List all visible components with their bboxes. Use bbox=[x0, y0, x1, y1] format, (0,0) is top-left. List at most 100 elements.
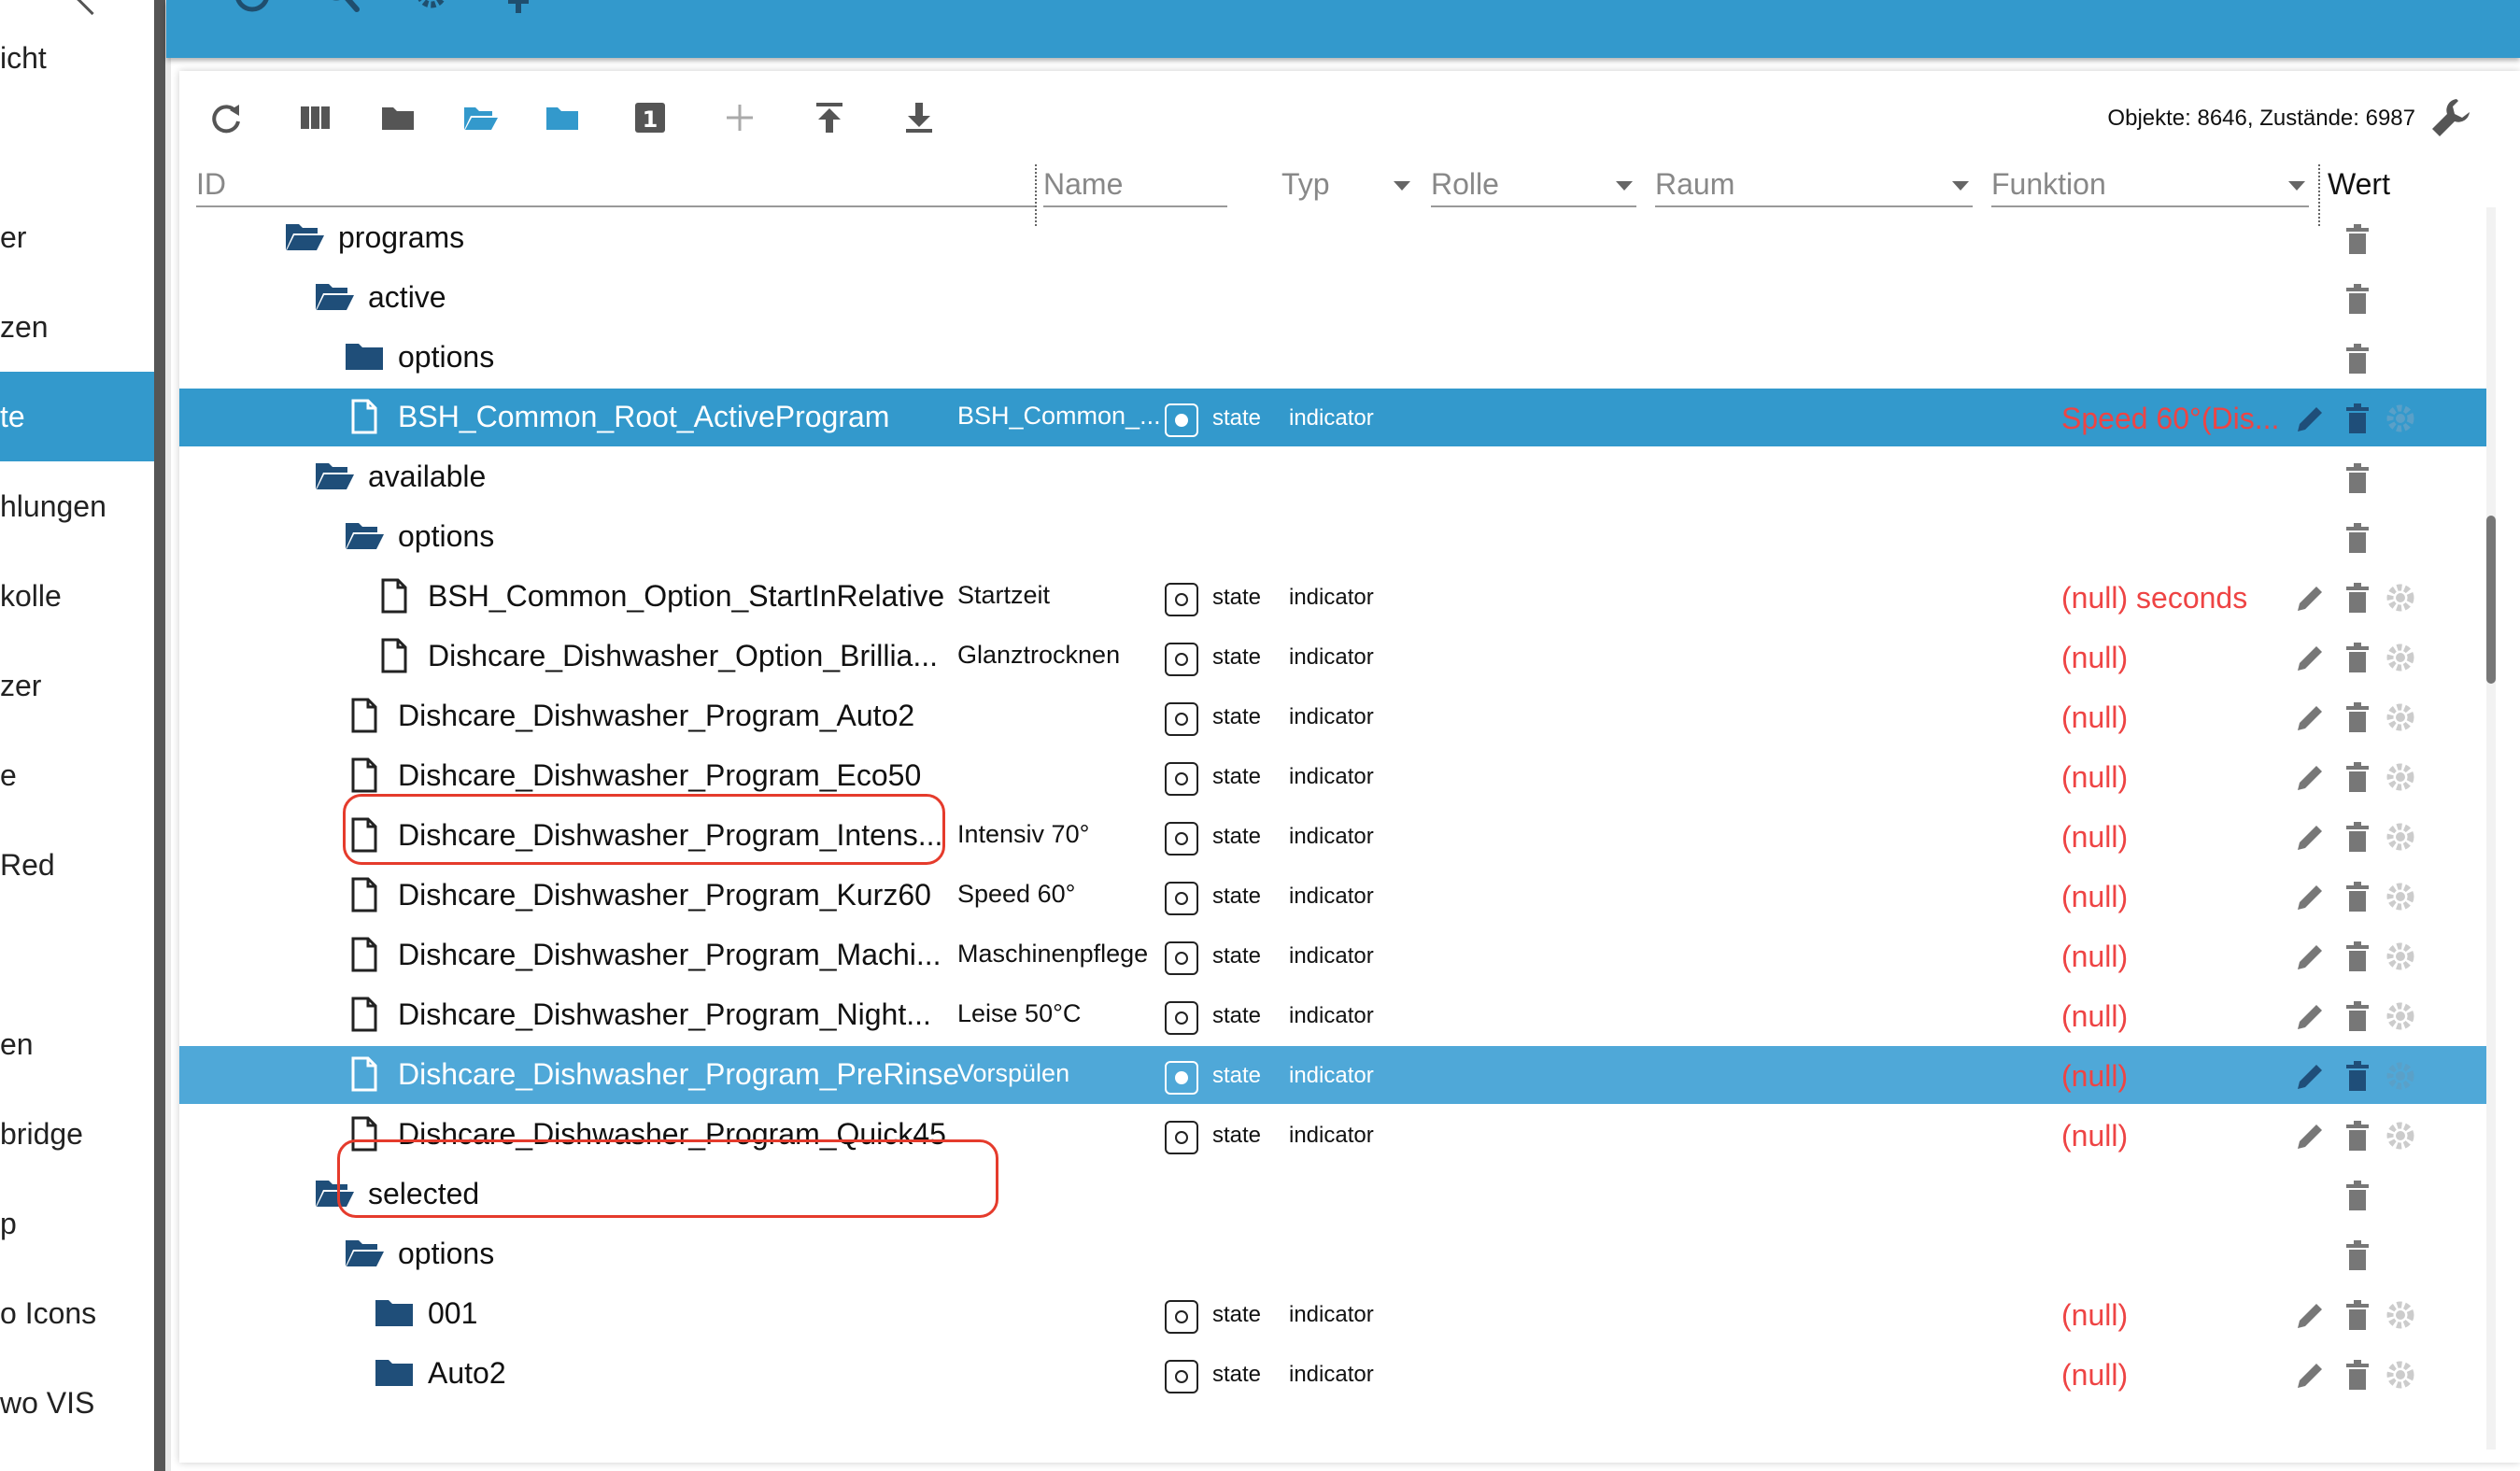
delete-icon[interactable] bbox=[2341, 760, 2374, 794]
gear-icon[interactable] bbox=[2384, 1119, 2417, 1153]
object-id[interactable]: programs bbox=[338, 220, 464, 255]
delete-icon[interactable] bbox=[2341, 999, 2374, 1033]
delete-icon[interactable] bbox=[2341, 1238, 2374, 1272]
edit-icon[interactable] bbox=[2294, 1119, 2328, 1153]
object-id[interactable]: Auto2 bbox=[428, 1356, 506, 1391]
delete-icon[interactable] bbox=[2341, 1059, 2374, 1093]
delete-icon[interactable] bbox=[2341, 581, 2374, 615]
edit-icon[interactable] bbox=[2294, 1358, 2328, 1392]
tree-row[interactable]: options bbox=[179, 1225, 2486, 1283]
upload-icon[interactable] bbox=[809, 97, 850, 138]
search-icon[interactable] bbox=[323, 0, 361, 15]
delete-icon[interactable] bbox=[2341, 641, 2374, 674]
tree-row[interactable]: Dishcare_Dishwasher_Program_Machi... Masc… bbox=[179, 926, 2486, 984]
delete-icon[interactable] bbox=[2341, 880, 2374, 913]
delete-icon[interactable] bbox=[2341, 282, 2374, 316]
scrollbar-thumb[interactable] bbox=[2486, 516, 2496, 684]
edit-icon[interactable] bbox=[2294, 700, 2328, 734]
sidebar-item[interactable]: p bbox=[0, 1179, 156, 1268]
gear-icon[interactable] bbox=[2384, 940, 2417, 973]
refresh-icon[interactable] bbox=[205, 97, 247, 138]
delete-icon[interactable] bbox=[2341, 1179, 2374, 1212]
sidebar-item[interactable]: zen bbox=[0, 282, 156, 372]
folder-open-icon[interactable] bbox=[344, 1235, 385, 1272]
delete-icon[interactable] bbox=[2341, 1298, 2374, 1332]
object-id[interactable]: Dishcare_Dishwasher_Program_Auto2 bbox=[398, 699, 914, 733]
folder-open-icon[interactable] bbox=[314, 458, 355, 495]
file-icon[interactable] bbox=[344, 697, 385, 734]
object-id[interactable]: available bbox=[368, 460, 486, 494]
object-id[interactable]: options bbox=[398, 1237, 494, 1271]
settings-icon[interactable] bbox=[413, 0, 450, 15]
tree-row[interactable]: Dishcare_Dishwasher_Option_Brillia... Gla… bbox=[179, 628, 2486, 686]
folder-icon[interactable] bbox=[374, 1294, 415, 1332]
download-icon[interactable] bbox=[899, 97, 940, 138]
edit-icon[interactable] bbox=[2294, 940, 2328, 973]
folder-icon[interactable] bbox=[377, 97, 418, 138]
edit-icon[interactable] bbox=[2294, 760, 2328, 794]
tree-row[interactable]: BSH_Common_Root_ActiveProgram BSH_Common_… bbox=[179, 389, 2486, 446]
file-icon[interactable] bbox=[374, 637, 415, 674]
file-icon[interactable] bbox=[344, 936, 385, 973]
object-value[interactable]: (null) bbox=[2061, 999, 2128, 1034]
tree-row[interactable]: Dishcare_Dishwasher_Program_PreRinse Vors… bbox=[179, 1046, 2486, 1104]
object-id[interactable]: 001 bbox=[428, 1296, 477, 1331]
gear-icon[interactable] bbox=[2384, 581, 2417, 615]
folder-filled-icon[interactable] bbox=[542, 97, 583, 138]
object-value[interactable]: (null) bbox=[2061, 880, 2128, 914]
folder-open-icon[interactable] bbox=[284, 219, 325, 256]
delete-icon[interactable] bbox=[2341, 461, 2374, 495]
gear-icon[interactable] bbox=[2384, 1298, 2417, 1332]
delete-icon[interactable] bbox=[2341, 1358, 2374, 1392]
sidebar-item[interactable]: o Icons bbox=[0, 1268, 156, 1358]
edit-icon[interactable] bbox=[2294, 820, 2328, 854]
delete-icon[interactable] bbox=[2341, 402, 2374, 435]
gear-icon[interactable] bbox=[2384, 880, 2417, 913]
edit-icon[interactable] bbox=[2294, 581, 2328, 615]
tree-scrollbar[interactable] bbox=[2486, 207, 2496, 1450]
sidebar-item[interactable]: bridge bbox=[0, 1089, 156, 1179]
eye-icon[interactable] bbox=[234, 0, 271, 15]
folder-icon[interactable] bbox=[344, 338, 385, 375]
gear-icon[interactable] bbox=[2384, 820, 2417, 854]
tree-row[interactable]: Auto2 state indicator (null) bbox=[179, 1345, 2486, 1403]
column-name[interactable]: Name bbox=[1043, 164, 1227, 207]
folder-open-icon[interactable] bbox=[344, 517, 385, 555]
sidebar-item[interactable]: kolle bbox=[0, 551, 156, 641]
file-icon[interactable] bbox=[344, 876, 385, 913]
object-id[interactable]: Dishcare_Dishwasher_Program_PreRinse bbox=[398, 1057, 959, 1092]
tree-row[interactable]: available bbox=[179, 448, 2486, 506]
columns-icon[interactable] bbox=[295, 97, 336, 138]
column-wert[interactable]: Wert bbox=[2328, 164, 2440, 207]
gear-icon[interactable] bbox=[2384, 1358, 2417, 1392]
folder-open-icon[interactable] bbox=[460, 97, 501, 138]
object-value[interactable]: (null) bbox=[2061, 641, 2128, 675]
tree-row[interactable]: options bbox=[179, 508, 2486, 566]
sidebar-item[interactable]: Red bbox=[0, 820, 156, 910]
tree-row[interactable]: Dishcare_Dishwasher_Program_Auto2 state in… bbox=[179, 687, 2486, 745]
object-value[interactable]: Speed 60°(Dis... bbox=[2061, 402, 2279, 436]
sidebar-item[interactable]: te bbox=[0, 372, 156, 461]
gear-icon[interactable] bbox=[2384, 1059, 2417, 1093]
object-value[interactable]: (null) bbox=[2061, 820, 2128, 855]
edit-icon[interactable] bbox=[2294, 1059, 2328, 1093]
delete-icon[interactable] bbox=[2341, 820, 2374, 854]
edit-icon[interactable] bbox=[2294, 402, 2328, 435]
object-value[interactable]: (null) bbox=[2061, 700, 2128, 735]
sidebar-item[interactable]: er bbox=[0, 192, 156, 282]
object-id[interactable]: BSH_Common_Option_StartInRelative bbox=[428, 579, 944, 614]
gear-icon[interactable] bbox=[2384, 402, 2417, 435]
column-id[interactable]: ID bbox=[196, 164, 1035, 207]
delete-icon[interactable] bbox=[2341, 1119, 2374, 1153]
edit-icon[interactable] bbox=[2294, 1298, 2328, 1332]
file-icon[interactable] bbox=[374, 577, 415, 615]
delete-icon[interactable] bbox=[2341, 342, 2374, 375]
number-one-icon[interactable]: 1 bbox=[630, 97, 671, 138]
folder-open-icon[interactable] bbox=[314, 278, 355, 316]
delete-icon[interactable] bbox=[2341, 521, 2374, 555]
object-id[interactable]: active bbox=[368, 280, 446, 315]
sidebar-item[interactable]: e bbox=[0, 730, 156, 820]
delete-icon[interactable] bbox=[2341, 940, 2374, 973]
wrench-icon[interactable] bbox=[2428, 95, 2473, 140]
edit-icon[interactable] bbox=[2294, 999, 2328, 1033]
